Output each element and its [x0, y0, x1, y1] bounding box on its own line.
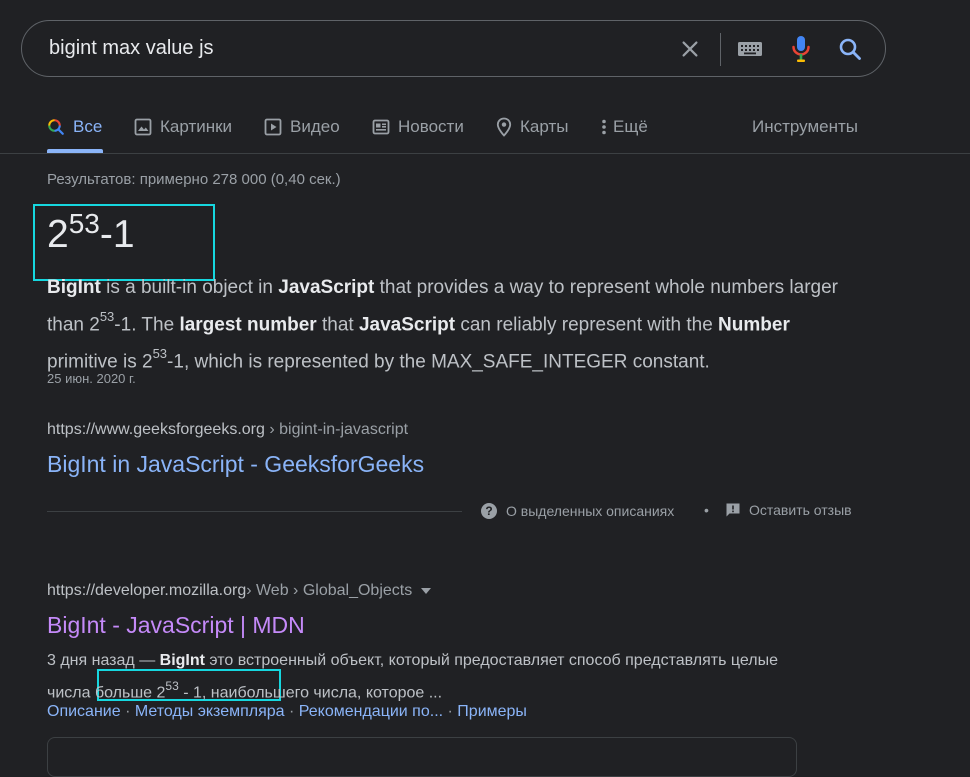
result-path: › bigint-in-javascript	[264, 421, 409, 438]
tab-maps[interactable]: Карты	[496, 114, 568, 140]
result-stats: Результатов: примерно 278 000 (0,40 сек.…	[47, 171, 341, 188]
answer-exponent: 53	[68, 208, 100, 239]
result-url: https://www.geeksforgeeks.org	[47, 421, 265, 438]
tab-label: Ещё	[613, 117, 648, 136]
keyboard-icon[interactable]	[736, 35, 764, 63]
result-url: https://developer.mozilla.org	[47, 582, 247, 599]
tab-news[interactable]: Новости	[372, 114, 464, 140]
sitelink-instance-methods[interactable]: Методы экземпляра	[135, 703, 285, 720]
snippet-bold: JavaScript	[278, 277, 375, 298]
snippet-text: is a built-in object in	[100, 277, 279, 298]
snippet-text: -1, which is represented by the MAX_SAFE…	[167, 351, 710, 373]
tab-label: Карты	[520, 117, 569, 136]
more-vert-icon	[601, 118, 607, 136]
clear-icon[interactable]	[676, 35, 704, 63]
sitelink-separator: ·	[120, 703, 135, 720]
feedback-divider	[47, 511, 462, 512]
tab-label: Новости	[398, 117, 464, 136]
snippet-bold: Number	[718, 314, 790, 336]
snippet-exponent: 53	[152, 346, 168, 362]
sitelink-description[interactable]: Описание	[47, 703, 121, 720]
snippet-text: это встроенный объект, который предостав…	[204, 652, 778, 669]
play-icon	[264, 118, 282, 136]
answer-tail: -1	[99, 213, 135, 256]
caret-down-icon[interactable]	[421, 588, 432, 594]
tab-images[interactable]: Картинки	[134, 114, 232, 140]
snippet-text: primitive is 2	[47, 351, 153, 373]
snippet-date: 25 июн. 2020 г.	[47, 371, 136, 386]
sitelink-separator: ·	[443, 703, 458, 720]
feedback-separator: •	[704, 502, 709, 518]
result-1-cite: https://www.geeksforgeeks.org › bigint-i…	[47, 421, 408, 439]
tools-label: Инструменты	[752, 117, 859, 136]
result-2-cite: https://developer.mozilla.org › Web › Gl…	[47, 582, 432, 600]
svg-text:?: ?	[485, 504, 492, 518]
sitelinks: Описание · Методы экземпляра · Рекоменда…	[47, 703, 527, 721]
snippet-text: can reliably represent with the	[455, 314, 719, 336]
news-icon	[372, 118, 390, 136]
tab-label: Видео	[290, 117, 340, 136]
feedback-label: Оставить отзыв	[749, 502, 852, 518]
tab-all[interactable]: Все	[47, 114, 102, 140]
snippet-date-prefix: 3 дня назад —	[47, 652, 160, 669]
about-featured-snippets-link[interactable]: ? О выделенных описаниях	[480, 502, 674, 520]
result-1-title-link[interactable]: BigInt in JavaScript - GeeksforGeeks	[47, 451, 424, 478]
snippet-bold: BigInt	[159, 652, 205, 669]
tools-button[interactable]: Инструменты	[752, 114, 858, 140]
result-2-title-link[interactable]: BigInt - JavaScript | MDN	[47, 612, 305, 639]
next-result-card	[47, 737, 797, 777]
search-input[interactable]	[49, 37, 649, 60]
tabs-divider	[0, 153, 970, 154]
snippet-text: -1. The	[114, 314, 180, 336]
result-2-snippet: 3 дня назад — BigInt это встроенный объе…	[47, 647, 817, 706]
tab-label: Картинки	[160, 117, 233, 136]
leave-feedback-link[interactable]: Оставить отзыв	[725, 502, 852, 518]
about-label: О выделенных описаниях	[506, 503, 675, 519]
snippet-bold: largest number	[179, 314, 317, 336]
image-icon	[134, 118, 152, 136]
snippet-text: наибольшего числа, которое ...	[206, 684, 443, 702]
snippet-text: that	[316, 314, 359, 336]
featured-answer: 253-1	[47, 208, 135, 260]
search-divider	[720, 33, 721, 66]
sitelink-examples[interactable]: Примеры	[457, 703, 527, 720]
search-icon	[47, 118, 65, 136]
snippet-text: числа больше 2	[47, 684, 166, 702]
help-icon: ?	[480, 502, 498, 520]
microphone-icon[interactable]	[787, 35, 815, 63]
snippet-bold: JavaScript	[358, 314, 456, 336]
sitelink-recommendations[interactable]: Рекомендации по...	[299, 703, 443, 720]
tab-label: Все	[73, 117, 103, 136]
featured-snippet-text: BigInt is a built-in object in JavaScrip…	[47, 272, 847, 378]
tab-more[interactable]: Ещё	[601, 114, 648, 140]
snippet-text: - 1	[178, 684, 202, 702]
search-icon[interactable]	[836, 35, 864, 63]
answer-base: 2	[47, 213, 69, 256]
snippet-bold: BigInt	[47, 277, 101, 298]
result-path: › Web › Global_Objects	[246, 582, 413, 599]
tab-videos[interactable]: Видео	[264, 114, 340, 140]
map-pin-icon	[496, 117, 512, 137]
snippet-exponent: 53	[99, 309, 115, 324]
snippet-exponent: 53	[165, 679, 179, 693]
sitelink-separator: ·	[284, 703, 299, 720]
search-box[interactable]	[21, 20, 886, 77]
feedback-icon	[725, 502, 741, 518]
